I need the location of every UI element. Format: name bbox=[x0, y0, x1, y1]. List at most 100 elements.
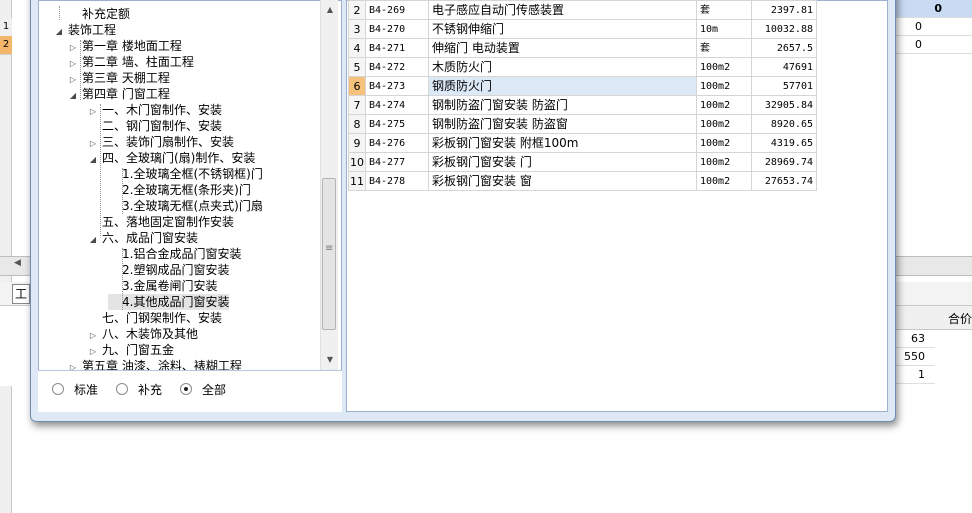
name-cell[interactable]: 彩板钢门窗安装 门 bbox=[428, 152, 697, 172]
unit-cell[interactable]: 100m2 bbox=[696, 76, 752, 96]
row-number-cell[interactable]: 6 bbox=[348, 76, 366, 96]
name-cell[interactable]: 不锈钢伸缩门 bbox=[428, 19, 697, 39]
tree-node[interactable]: ▷ 八、木装饰及其他 bbox=[88, 326, 198, 342]
tree-node[interactable]: 五、落地固定窗制作安装 bbox=[88, 214, 234, 230]
collapse-arrow-icon[interactable]: ◢ bbox=[54, 24, 64, 40]
tree-node[interactable]: ◢ 第四章 门窗工程 bbox=[68, 86, 170, 102]
name-cell[interactable]: 伸缩门 电动装置 bbox=[428, 38, 697, 58]
price-cell[interactable]: 32905.84 bbox=[751, 95, 817, 115]
tree-node[interactable]: 3.全玻璃无框(点夹式)门扇 bbox=[108, 198, 263, 214]
code-cell[interactable]: B4-274 bbox=[365, 95, 429, 115]
row-number-cell[interactable]: 10 bbox=[348, 152, 366, 172]
unit-cell[interactable]: 套 bbox=[696, 0, 752, 20]
price-cell[interactable]: 28969.74 bbox=[751, 152, 817, 172]
code-cell[interactable]: B4-273 bbox=[365, 76, 429, 96]
bg-cell-value[interactable]: 1 bbox=[895, 366, 935, 384]
code-cell[interactable]: B4-270 bbox=[365, 19, 429, 39]
unit-cell[interactable]: 100m2 bbox=[696, 133, 752, 153]
tree-node[interactable]: 1.铝合金成品门窗安装 bbox=[108, 246, 241, 262]
code-cell[interactable]: B4-269 bbox=[365, 0, 429, 20]
tree-node[interactable]: ◢ 四、全玻璃门(扇)制作、安装 bbox=[88, 150, 255, 166]
table-row[interactable]: 4 B4-271 伸缩门 电动装置套 2657.5 bbox=[348, 38, 817, 58]
unit-cell[interactable]: 10m bbox=[696, 19, 752, 39]
row-number-cell[interactable]: 4 bbox=[348, 38, 366, 58]
unit-cell[interactable]: 100m2 bbox=[696, 152, 752, 172]
collapse-arrow-icon[interactable]: ◢ bbox=[88, 152, 98, 168]
tree-node[interactable]: 2.塑钢成品门窗安装 bbox=[108, 262, 229, 278]
tree-node[interactable]: 补充定额 bbox=[68, 6, 130, 22]
price-cell[interactable]: 27653.74 bbox=[751, 171, 817, 191]
name-cell[interactable]: 木质防火门 bbox=[428, 57, 697, 77]
tree-node[interactable]: ▷ 第一章 楼地面工程 bbox=[68, 38, 182, 54]
bg-cell-value[interactable]: 0 bbox=[890, 36, 972, 54]
bg-tab[interactable]: 工 bbox=[12, 284, 31, 304]
price-cell[interactable]: 4319.65 bbox=[751, 133, 817, 153]
collapse-arrow-icon[interactable]: ◢ bbox=[68, 88, 78, 104]
unit-cell[interactable]: 100m2 bbox=[696, 114, 752, 134]
tree-node[interactable]: ◢ 六、成品门窗安装 bbox=[88, 230, 198, 246]
table-row[interactable]: 2 B4-269 电子感应自动门传感装置套 2397.81 bbox=[348, 0, 817, 20]
bg-cell-value[interactable]: 550 bbox=[895, 348, 935, 366]
price-cell[interactable]: 10032.88 bbox=[751, 19, 817, 39]
bg-column-header[interactable]: 合价 bbox=[895, 306, 972, 330]
table-row[interactable]: 11 B4-278 彩板钢门窗安装 窗 100m2 27653.74 bbox=[348, 171, 817, 191]
name-cell[interactable]: 钢质防火门 bbox=[428, 76, 697, 96]
radio-supplement[interactable]: 补充 bbox=[116, 382, 162, 398]
row-number-cell[interactable]: 8 bbox=[348, 114, 366, 134]
tree-node[interactable]: ▷ 三、装饰门扇制作、安装 bbox=[88, 134, 234, 150]
tree-node[interactable]: ▷ 第五章 油漆、涂料、裱糊工程 bbox=[68, 358, 242, 370]
radio-standard[interactable]: 标准 bbox=[52, 382, 98, 398]
price-cell[interactable]: 2397.81 bbox=[751, 0, 817, 20]
table-row[interactable]: 10 B4-277 彩板钢门窗安装 门 100m2 28969.74 bbox=[348, 152, 817, 172]
name-cell[interactable]: 钢制防盗门窗安装 防盗窗 bbox=[428, 114, 697, 134]
name-cell[interactable]: 电子感应自动门传感装置 bbox=[428, 0, 697, 20]
name-cell[interactable]: 钢制防盗门窗安装 防盗门 bbox=[428, 95, 697, 115]
collapse-arrow-icon[interactable]: ◢ bbox=[88, 232, 98, 248]
tree-node[interactable]: ▷ 第二章 墙、柱面工程 bbox=[68, 54, 194, 70]
tree-node[interactable]: 二、钢门窗制作、安装 bbox=[88, 118, 222, 134]
tree-node[interactable]: ▷ 九、门窗五金 bbox=[88, 342, 174, 358]
tree-node[interactable]: 七、门钢架制作、安装 bbox=[88, 310, 222, 326]
code-cell[interactable]: B4-277 bbox=[365, 152, 429, 172]
chapter-tree[interactable]: 补充定额 ◢ 装饰工程 ▷ 第一章 楼地面工程 ▷ 第二章 墙、柱面工程 ▷ 第三章 天棚工程 ◢… bbox=[42, 0, 320, 370]
row-number-cell[interactable]: 2 bbox=[348, 0, 366, 20]
row-number-cell[interactable]: 3 bbox=[348, 19, 366, 39]
unit-cell[interactable]: 100m2 bbox=[696, 171, 752, 191]
bg-row-number[interactable]: 1 bbox=[0, 18, 12, 37]
tree-node[interactable]: 2.全玻璃无框(条形夹)门 bbox=[108, 182, 251, 198]
code-cell[interactable]: B4-275 bbox=[365, 114, 429, 134]
bg-row-number[interactable]: 2 bbox=[0, 36, 12, 55]
tree-node[interactable]: 4.其他成品门窗安装 bbox=[108, 294, 230, 310]
name-cell[interactable]: 彩板钢门窗安装 窗 bbox=[428, 171, 697, 191]
tree-node[interactable]: ▷ 一、木门窗制作、安装 bbox=[88, 102, 222, 118]
table-row[interactable]: 9 B4-276 彩板钢门窗安装 附框100m 100m2 4319.65 bbox=[348, 133, 817, 153]
table-row[interactable]: 5 B4-272 木质防火门 100m2 47691 bbox=[348, 57, 817, 77]
table-row[interactable]: 6 B4-273 钢质防火门 100m2 57701 bbox=[348, 76, 817, 96]
tree-scroll-thumb[interactable]: ≡ bbox=[322, 178, 336, 330]
code-cell[interactable]: B4-272 bbox=[365, 57, 429, 77]
table-row[interactable]: 8 B4-275 钢制防盗门窗安装 防盗窗 100m2 8920.65 bbox=[348, 114, 817, 134]
bg-cell-value[interactable]: 0 bbox=[890, 18, 972, 36]
row-number-cell[interactable]: 7 bbox=[348, 95, 366, 115]
row-number-cell[interactable]: 5 bbox=[348, 57, 366, 77]
row-number-cell[interactable]: 11 bbox=[348, 171, 366, 191]
bg-cell-value[interactable]: 63 bbox=[895, 330, 935, 348]
row-number-cell[interactable]: 9 bbox=[348, 133, 366, 153]
tree-node[interactable]: ◢ 装饰工程 bbox=[54, 22, 116, 38]
radio-all[interactable]: 全部 bbox=[180, 382, 226, 398]
code-cell[interactable]: B4-276 bbox=[365, 133, 429, 153]
code-cell[interactable]: B4-271 bbox=[365, 38, 429, 58]
splitter-left-arrow-icon[interactable]: ◀ bbox=[14, 258, 21, 268]
scroll-up-icon[interactable]: ▲ bbox=[321, 2, 339, 18]
unit-cell[interactable]: 100m2 bbox=[696, 95, 752, 115]
tree-node[interactable]: ▷ 第三章 天棚工程 bbox=[68, 70, 170, 86]
price-cell[interactable]: 2657.5 bbox=[751, 38, 817, 58]
price-cell[interactable]: 57701 bbox=[751, 76, 817, 96]
price-cell[interactable]: 8920.65 bbox=[751, 114, 817, 134]
tree-node[interactable]: 1.全玻璃全框(不锈钢框)门 bbox=[108, 166, 263, 182]
code-cell[interactable]: B4-278 bbox=[365, 171, 429, 191]
scroll-down-icon[interactable]: ▼ bbox=[321, 352, 339, 368]
unit-cell[interactable]: 套 bbox=[696, 38, 752, 58]
price-cell[interactable]: 47691 bbox=[751, 57, 817, 77]
unit-cell[interactable]: 100m2 bbox=[696, 57, 752, 77]
